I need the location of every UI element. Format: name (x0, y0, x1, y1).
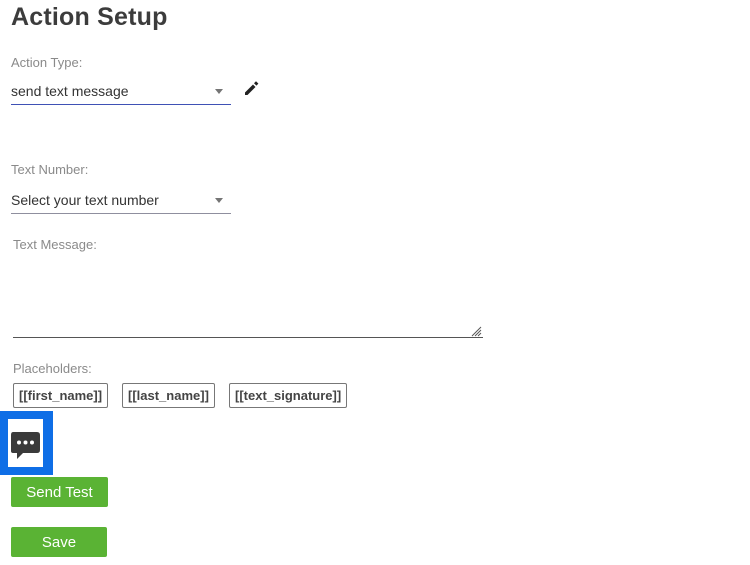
chat-button[interactable] (0, 411, 53, 475)
placeholder-chip-last-name[interactable]: [[last_name]] (122, 383, 215, 408)
send-test-button[interactable]: Send Test (11, 477, 108, 507)
text-number-label: Text Number: (11, 162, 89, 177)
text-number-select[interactable]: Select your text number (11, 188, 231, 214)
dropdown-arrow-icon (215, 198, 223, 203)
pencil-icon[interactable] (243, 79, 261, 97)
action-type-value: send text message (11, 83, 129, 99)
text-message-input[interactable] (13, 256, 483, 338)
placeholder-chip-first-name[interactable]: [[first_name]] (13, 383, 109, 408)
action-type-select[interactable]: send text message (11, 79, 231, 105)
action-type-label: Action Type: (11, 55, 83, 70)
placeholders-label: Placeholders: (13, 361, 92, 376)
chat-bubble-icon (11, 432, 40, 459)
save-button[interactable]: Save (11, 527, 107, 557)
text-number-value: Select your text number (11, 192, 159, 208)
chat-button-inner (8, 419, 43, 467)
resize-grip-icon[interactable] (470, 324, 482, 337)
text-message-label: Text Message: (13, 237, 97, 252)
placeholder-chip-text-signature[interactable]: [[text_signature]] (229, 383, 348, 408)
dropdown-arrow-icon (215, 89, 223, 94)
page-title: Action Setup (11, 3, 168, 31)
action-setup-page: Action Setup Action Type: send text mess… (0, 0, 750, 565)
